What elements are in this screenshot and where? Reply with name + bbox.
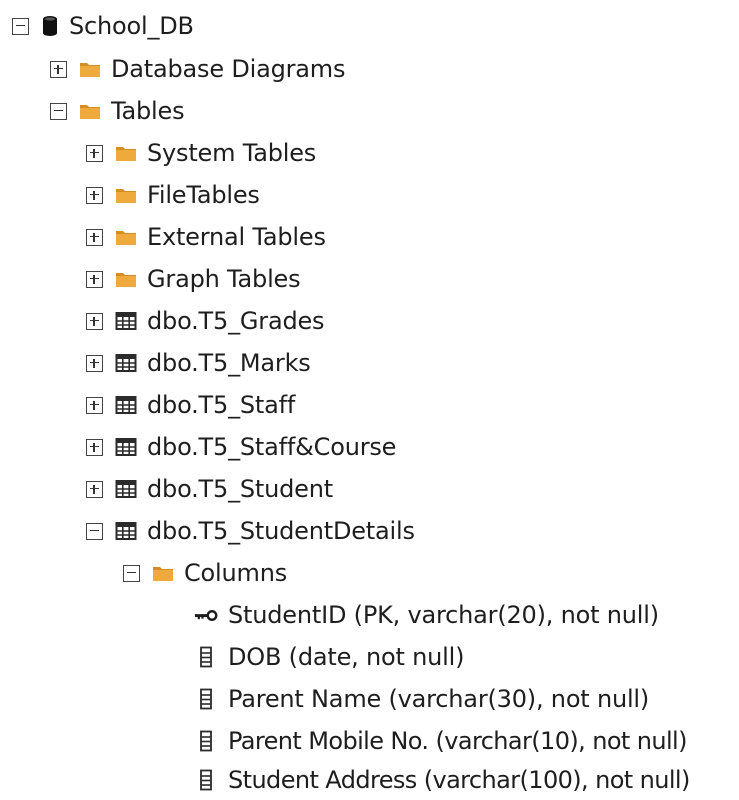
column-icon — [193, 769, 219, 791]
tree-node-school-db[interactable]: School_DB — [12, 6, 194, 46]
folder-icon — [79, 102, 101, 120]
tree-node-table-t5-staff[interactable]: dbo.T5_Staff — [86, 385, 295, 425]
tree-node-label: Database Diagrams — [111, 55, 346, 83]
tree-node-label: Parent Name (varchar(30), not null) — [228, 685, 650, 713]
table-icon — [115, 353, 137, 373]
collapse-toggle-icon[interactable] — [86, 522, 103, 540]
expand-toggle-icon[interactable] — [86, 144, 103, 162]
tree-node-system-tables[interactable]: System Tables — [86, 133, 316, 173]
collapse-toggle-icon[interactable] — [123, 564, 140, 582]
tree-node-label: Graph Tables — [147, 265, 301, 293]
tree-node-label: School_DB — [69, 12, 194, 40]
expand-toggle-icon[interactable] — [86, 228, 103, 246]
tree-node-table-t5-student[interactable]: dbo.T5_Student — [86, 469, 333, 509]
tree-node-graph-tables[interactable]: Graph Tables — [86, 259, 301, 299]
expand-toggle-icon[interactable] — [86, 480, 103, 498]
folder-icon — [115, 144, 137, 162]
tree-node-tables[interactable]: Tables — [50, 91, 185, 131]
table-icon — [115, 479, 137, 499]
expand-toggle-icon[interactable] — [86, 186, 103, 204]
database-icon — [41, 14, 59, 38]
tree-node-filetables[interactable]: FileTables — [86, 175, 260, 215]
tree-node-label: dbo.T5_Marks — [147, 349, 311, 377]
tree-node-column-studentid[interactable]: StudentID (PK, varchar(20), not null) — [193, 595, 659, 635]
expand-toggle-icon[interactable] — [86, 438, 103, 456]
table-icon — [115, 311, 137, 331]
table-icon — [115, 437, 137, 457]
tree-node-label: Student Address (varchar(100), not null) — [228, 766, 690, 794]
tree-node-table-t5-staff-course[interactable]: dbo.T5_Staff&Course — [86, 427, 396, 467]
tree-node-label: FileTables — [147, 181, 260, 209]
tree-node-column-student-address[interactable]: Student Address (varchar(100), not null) — [193, 760, 690, 800]
tree-node-label: Tables — [111, 97, 185, 125]
tree-node-label: DOB (date, not null) — [228, 643, 465, 671]
expand-toggle-icon[interactable] — [86, 354, 103, 372]
tree-node-column-parent-name[interactable]: Parent Name (varchar(30), not null) — [193, 679, 649, 719]
tree-node-database-diagrams[interactable]: Database Diagrams — [50, 49, 345, 89]
tree-node-label: Columns — [184, 559, 288, 587]
column-icon — [193, 688, 219, 710]
expand-toggle-icon[interactable] — [86, 312, 103, 330]
primary-key-icon — [193, 609, 219, 622]
tree-node-label: Parent Mobile No. (varchar(10), not null… — [228, 727, 687, 755]
collapse-toggle-icon[interactable] — [50, 102, 67, 120]
tree-node-label: External Tables — [147, 223, 326, 251]
tree-node-table-t5-studentdetails[interactable]: dbo.T5_StudentDetails — [86, 511, 415, 551]
tree-node-label: dbo.T5_Grades — [147, 307, 325, 335]
table-icon — [115, 521, 137, 541]
folder-icon — [115, 228, 137, 246]
folder-icon — [115, 270, 137, 288]
tree-node-table-t5-marks[interactable]: dbo.T5_Marks — [86, 343, 311, 383]
tree-node-column-parent-mobile[interactable]: Parent Mobile No. (varchar(10), not null… — [193, 721, 687, 761]
expand-toggle-icon[interactable] — [86, 270, 103, 288]
tree-node-column-dob[interactable]: DOB (date, not null) — [193, 637, 464, 677]
column-icon — [193, 730, 219, 752]
tree-node-external-tables[interactable]: External Tables — [86, 217, 326, 257]
folder-icon — [152, 564, 174, 582]
column-icon — [193, 646, 219, 668]
tree-node-label: dbo.T5_Staff&Course — [147, 433, 397, 461]
tree-node-table-t5-grades[interactable]: dbo.T5_Grades — [86, 301, 325, 341]
tree-node-label: dbo.T5_Staff — [147, 391, 296, 419]
expand-toggle-icon[interactable] — [50, 60, 67, 78]
expand-toggle-icon[interactable] — [86, 396, 103, 414]
table-icon — [115, 395, 137, 415]
object-explorer-tree: School_DB Database Diagrams Tables Syste… — [0, 0, 739, 796]
folder-icon — [115, 186, 137, 204]
tree-node-columns-folder[interactable]: Columns — [123, 553, 287, 593]
tree-node-label: StudentID (PK, varchar(20), not null) — [228, 601, 659, 629]
collapse-toggle-icon[interactable] — [12, 17, 29, 35]
folder-icon — [79, 60, 101, 78]
tree-node-label: dbo.T5_StudentDetails — [147, 517, 415, 545]
tree-node-label: System Tables — [147, 139, 317, 167]
tree-node-label: dbo.T5_Student — [147, 475, 333, 503]
